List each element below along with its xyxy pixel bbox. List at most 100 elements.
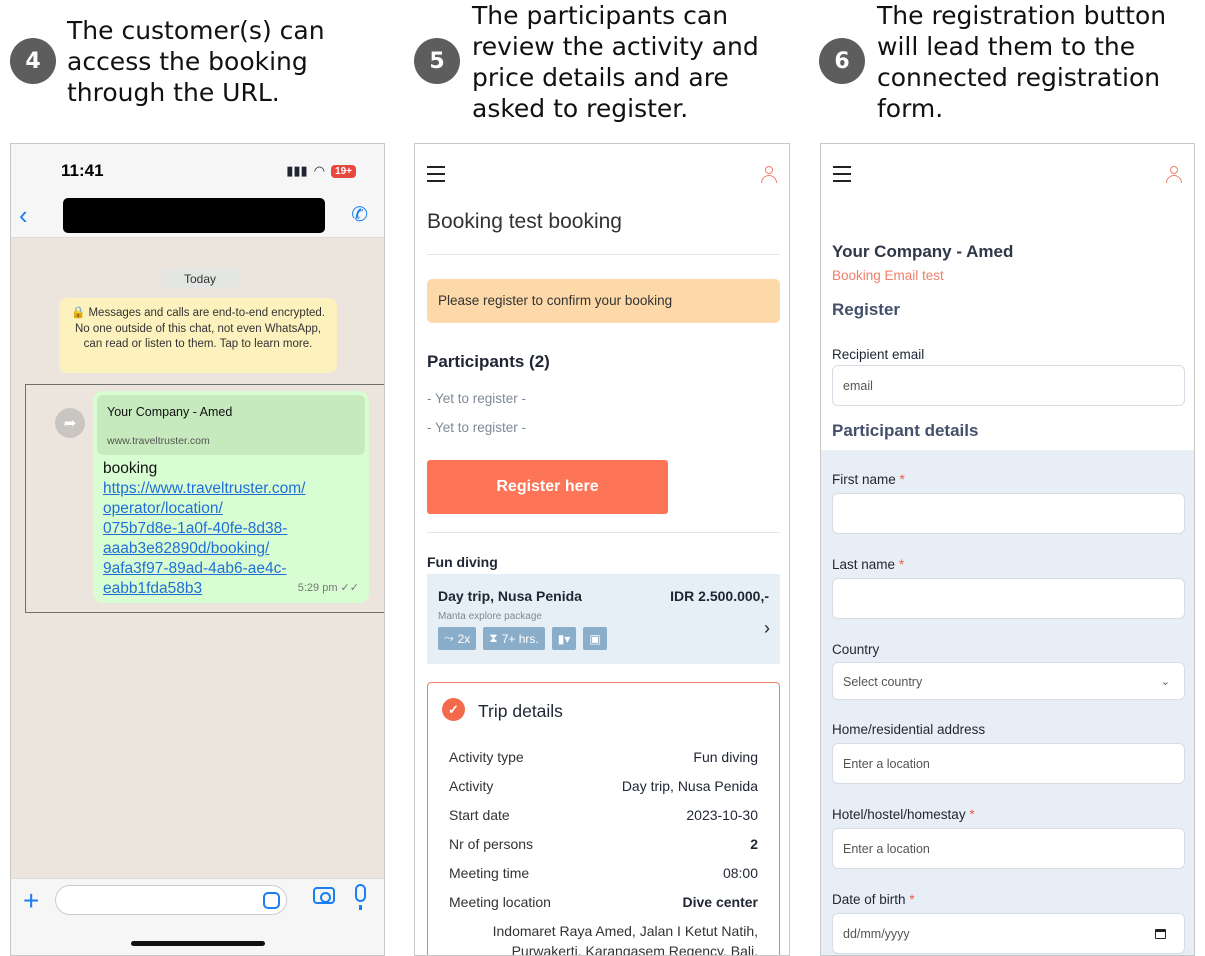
step-number: 6 — [819, 38, 865, 84]
register-button[interactable]: Register here — [427, 460, 668, 514]
chat-header: ‹ ✆ — [11, 196, 384, 238]
clock: 11:41 — [61, 161, 104, 180]
sticker-icon[interactable] — [263, 892, 280, 909]
detail-value: 08:00 — [722, 865, 758, 881]
detail-key: Start date — [449, 807, 510, 823]
details-title: Trip details — [478, 701, 563, 721]
detail-row: Activity Day trip, Nusa Penida — [449, 778, 758, 798]
status-bar: 11:41 ▮▮▮ ◠ 19+ — [11, 144, 384, 196]
user-icon[interactable] — [761, 166, 777, 184]
back-chevron-icon[interactable]: ‹ — [19, 200, 28, 230]
participants-heading: Participants (2) — [427, 352, 550, 371]
dob-placeholder: dd/mm/yyyy — [843, 927, 910, 941]
required-mark: * — [969, 807, 975, 822]
country-select[interactable]: Select country ⌄ — [832, 662, 1185, 700]
detail-row: Start date 2023-10-30 — [449, 807, 758, 827]
trip-package: Manta explore package — [438, 611, 542, 622]
chevron-down-icon: ⌄ — [1160, 676, 1170, 688]
top-bar — [415, 144, 789, 204]
home-address-label: Home/residential address — [832, 722, 986, 737]
chat-body[interactable]: Today 🔒 Messages and calls are end-to-en… — [11, 238, 384, 881]
forward-icon[interactable]: ➦ — [55, 408, 85, 438]
whatsapp-screenshot: 11:41 ▮▮▮ ◠ 19+ ‹ ✆ Today 🔒 Messages and… — [10, 143, 385, 956]
participant-item: - Yet to register - — [427, 420, 527, 435]
dob-field[interactable]: dd/mm/yyyy — [832, 913, 1185, 954]
detail-row: Meeting time 08:00 — [449, 865, 758, 885]
encryption-notice[interactable]: 🔒 Messages and calls are end-to-end encr… — [59, 298, 337, 373]
label-text: Hotel/hostel/homestay — [832, 807, 966, 822]
trip-details-card: ✓ Trip details Activity type Fun diving A… — [427, 682, 780, 956]
trip-price: IDR 2.500.000,- — [670, 588, 769, 604]
redacted-contact-name[interactable] — [63, 198, 325, 233]
plus-icon[interactable]: + — [23, 885, 39, 917]
home-address-field[interactable]: Enter a location — [832, 743, 1185, 784]
preview-title: Your Company - Amed — [107, 405, 233, 419]
diver-icon: ⤳ — [444, 631, 454, 645]
menu-icon[interactable] — [427, 166, 445, 187]
microphone-icon[interactable] — [355, 884, 366, 910]
dives-count: 2x — [457, 631, 471, 646]
camera-icon[interactable] — [313, 887, 335, 904]
dives-badge: ⤳ 2x — [438, 627, 477, 650]
recipient-email-field[interactable]: email — [832, 365, 1185, 406]
country-label: Country — [832, 642, 880, 657]
transport-badge: ▣ — [583, 627, 607, 650]
equipment-badge: ▮▾ — [551, 627, 577, 650]
detail-value: 2 — [750, 836, 758, 852]
step-number: 4 — [10, 38, 56, 84]
bus-icon: ▣ — [589, 631, 601, 646]
meeting-address: Indomaret Raya Amed, Jalan I Ketut Natih… — [492, 923, 758, 956]
required-mark: * — [898, 557, 905, 572]
detail-row: Meeting location Dive center — [449, 894, 758, 914]
duration-badge: ⧗ 7+ hrs. — [483, 627, 545, 650]
detail-row: Nr of persons 2 — [449, 836, 758, 856]
message-bubble[interactable]: Your Company - Amed www.traveltruster.co… — [93, 391, 369, 603]
hourglass-icon: ⧗ — [489, 631, 498, 645]
activity-section-label: Fun diving — [427, 554, 498, 570]
dob-label: Date of birth * — [832, 892, 915, 907]
detail-row: Activity type Fun diving — [449, 749, 758, 769]
label-text: Date of birth — [832, 892, 906, 907]
detail-value: Day trip, Nusa Penida — [621, 778, 758, 794]
message-input[interactable] — [55, 885, 287, 915]
hotel-field[interactable]: Enter a location — [832, 828, 1185, 869]
label-text: First name — [832, 472, 896, 487]
step-description: The registration button will lead them t… — [877, 1, 1167, 123]
home-indicator — [131, 941, 265, 946]
chevron-right-icon[interactable]: › — [764, 618, 770, 639]
divider — [427, 254, 780, 255]
check-icon: ✓ — [442, 698, 465, 721]
preview-url: www.traveltruster.com — [107, 435, 210, 447]
trip-badges: ⤳ 2x ⧗ 7+ hrs. ▮▾ ▣ — [438, 627, 607, 650]
divider — [427, 532, 780, 533]
link-preview[interactable]: Your Company - Amed www.traveltruster.co… — [97, 395, 365, 455]
booking-link[interactable]: https://www.traveltruster.com/ operator/… — [103, 479, 305, 599]
trip-card[interactable]: Day trip, Nusa Penida IDR 2.500.000,- Ma… — [427, 574, 780, 664]
status-icons: ▮▮▮ ◠ 19+ — [286, 163, 356, 179]
menu-icon[interactable] — [833, 166, 851, 187]
user-icon[interactable] — [1166, 166, 1182, 184]
add-call-icon[interactable]: ✆ — [351, 202, 368, 227]
select-value: Select country — [843, 675, 923, 689]
first-name-field[interactable] — [832, 493, 1185, 534]
required-mark: * — [909, 892, 915, 907]
wifi-icon: ◠ — [313, 163, 326, 178]
detail-key: Activity type — [449, 749, 524, 765]
calendar-icon[interactable] — [1155, 929, 1166, 939]
detail-key: Meeting time — [449, 865, 530, 881]
last-name-field[interactable] — [832, 578, 1185, 619]
date-chip: Today — [161, 269, 239, 289]
trip-title: Day trip, Nusa Penida — [438, 588, 582, 604]
top-bar — [821, 144, 1194, 204]
first-name-label: First name * — [832, 472, 905, 487]
signal-icon: ▮▮▮ — [286, 163, 308, 178]
detail-key: Nr of persons — [449, 836, 534, 852]
participant-details-heading: Participant details — [832, 421, 979, 440]
booking-page-screenshot: Booking test booking Please register to … — [414, 143, 790, 956]
message-time: 5:29 pm ✓✓ — [297, 582, 359, 594]
duration-value: 7+ hrs. — [501, 631, 539, 646]
equipment-icon: ▮▾ — [557, 631, 571, 646]
hotel-label: Hotel/hostel/homestay * — [832, 807, 975, 822]
detail-value: Fun diving — [693, 749, 758, 765]
register-alert: Please register to confirm your booking — [427, 279, 780, 323]
